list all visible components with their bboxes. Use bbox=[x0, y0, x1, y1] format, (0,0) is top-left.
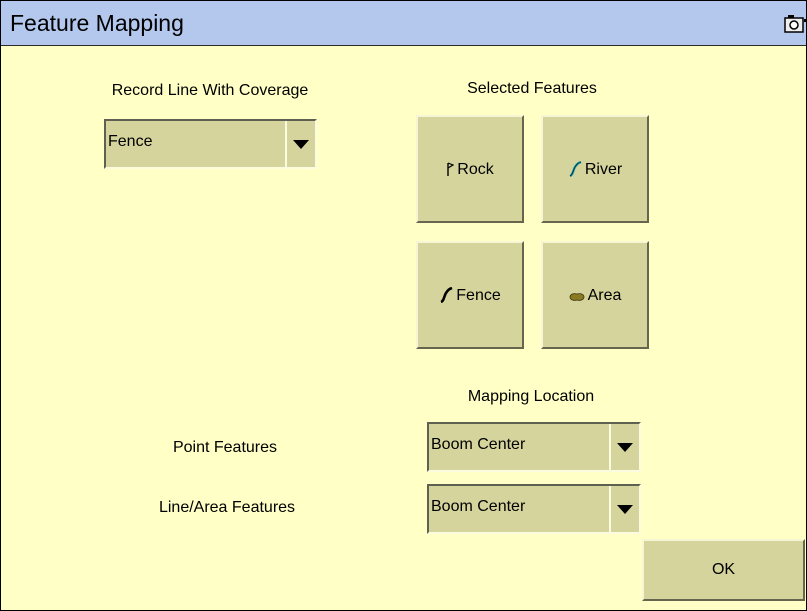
record-line-label: Record Line With Coverage bbox=[111, 82, 309, 99]
mapping-location-heading: Mapping Location bbox=[467, 388, 595, 405]
point-features-dropdown[interactable]: Boom Center bbox=[427, 422, 641, 472]
feature-fence-button[interactable]: Fence bbox=[416, 241, 524, 349]
feature-river-label: River bbox=[584, 161, 623, 178]
window-title: Feature Mapping bbox=[10, 10, 184, 36]
area-blob-icon bbox=[569, 293, 584, 301]
record-line-dropdown[interactable]: Fence bbox=[104, 119, 317, 169]
point-features-value: Boom Center bbox=[431, 436, 526, 453]
line-area-features-value: Boom Center bbox=[431, 498, 526, 515]
line-area-features-dropdown[interactable]: Boom Center bbox=[427, 484, 641, 534]
feature-area-label: Area bbox=[587, 287, 622, 304]
ok-button[interactable]: OK bbox=[642, 539, 805, 601]
line-area-features-label: Line/Area Features bbox=[158, 499, 296, 516]
fence-line-icon bbox=[440, 286, 453, 304]
chevron-down-icon[interactable] bbox=[285, 121, 315, 167]
feature-rock-label: Rock bbox=[457, 161, 494, 178]
chevron-down-icon[interactable] bbox=[609, 424, 639, 470]
feature-river-button[interactable]: River bbox=[541, 115, 649, 223]
feature-area-button[interactable]: Area bbox=[541, 241, 649, 349]
river-line-icon bbox=[569, 160, 582, 178]
feature-fence-label: Fence bbox=[456, 287, 501, 304]
flag-icon bbox=[447, 162, 455, 176]
feature-mapping-window: Feature Mapping Record Line With Coverag… bbox=[0, 0, 807, 611]
record-line-value: Fence bbox=[108, 133, 153, 150]
chevron-down-icon[interactable] bbox=[609, 486, 639, 532]
camera-icon[interactable] bbox=[784, 14, 806, 34]
feature-rock-button[interactable]: Rock bbox=[416, 115, 524, 223]
title-bar: Feature Mapping bbox=[1, 1, 806, 46]
ok-label: OK bbox=[711, 561, 736, 578]
selected-features-heading: Selected Features bbox=[467, 80, 597, 97]
point-features-label: Point Features bbox=[172, 439, 278, 456]
